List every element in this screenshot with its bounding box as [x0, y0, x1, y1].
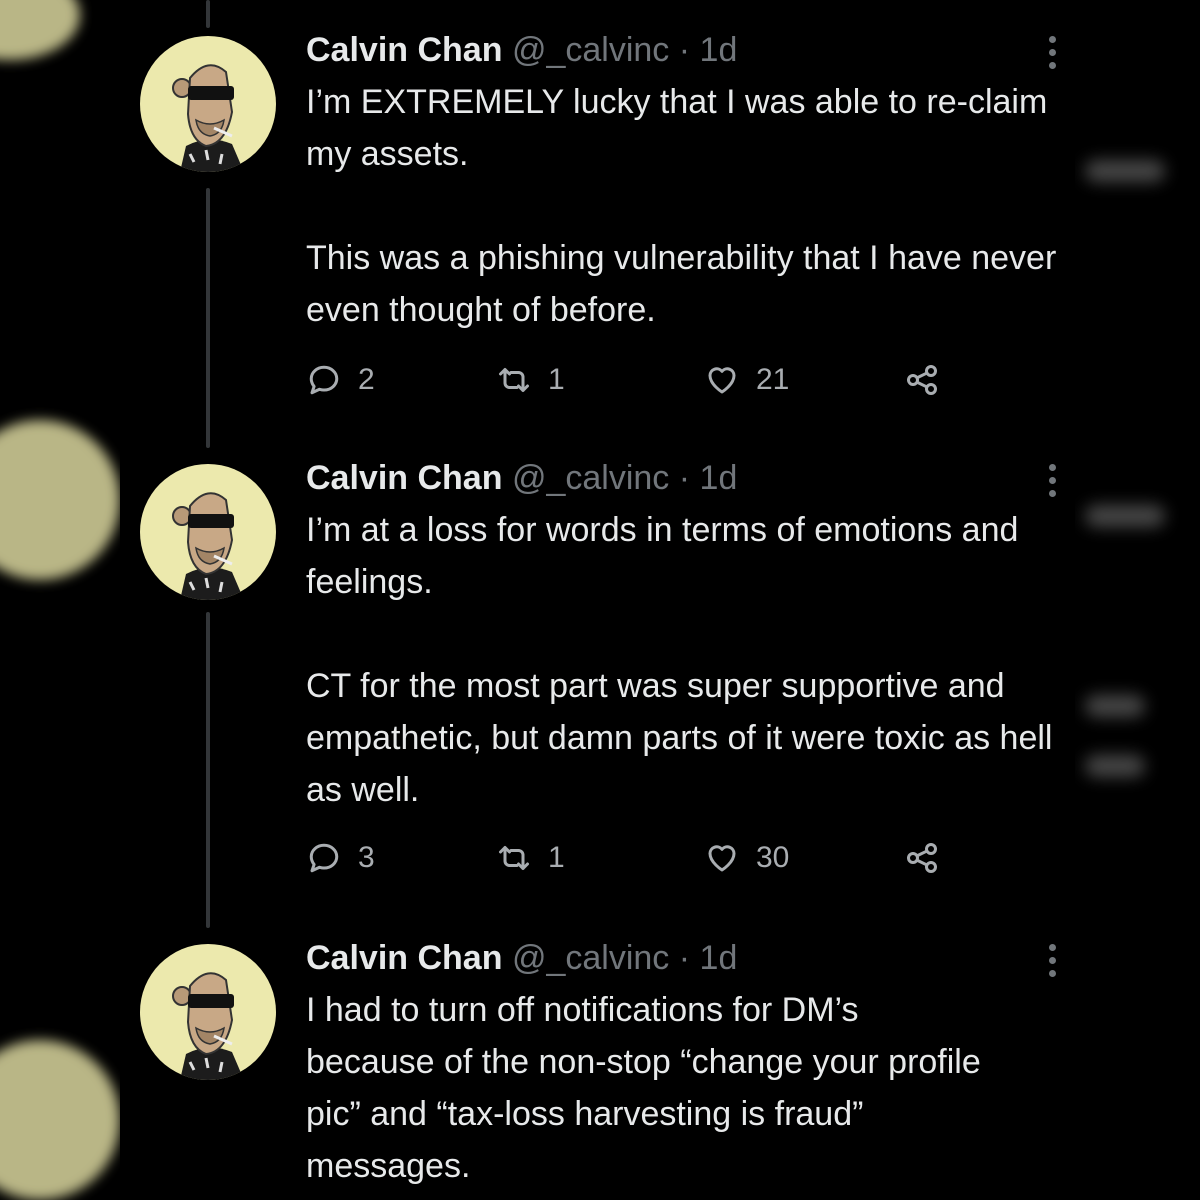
timestamp[interactable]: 1d — [700, 459, 738, 497]
blurred-text-right — [1085, 755, 1145, 777]
bored-ape-avatar[interactable] — [140, 944, 276, 1080]
share-icon — [907, 365, 937, 395]
bored-ape-avatar-image — [172, 972, 244, 1080]
thread-connector — [206, 0, 210, 28]
tweet-paragraph: I’m EXTREMELY lucky that I was able to r… — [306, 83, 1048, 173]
blurred-text-right — [1085, 695, 1145, 717]
like-count: 30 — [756, 841, 790, 874]
tweet-paragraph: This was a phishing vulnerability that I… — [306, 239, 1057, 329]
more-options-icon[interactable] — [1049, 944, 1057, 978]
blurred-avatar-left — [0, 0, 80, 60]
blurred-text-right — [1085, 505, 1165, 527]
bored-ape-avatar-image — [172, 492, 244, 600]
like-button[interactable]: 30 — [704, 838, 789, 878]
tweet-paragraph: CT for the most part was super supportiv… — [306, 667, 1053, 809]
reply-count: 3 — [358, 841, 375, 874]
reply-icon — [309, 365, 339, 395]
retweet-count: 1 — [548, 841, 565, 874]
retweet-button[interactable]: 1 — [496, 360, 565, 400]
tweet-header: Calvin Chan @_calvinc · 1d — [306, 30, 737, 70]
tweet-thread: Calvin Chan @_calvinc · 1d I’m EXTREMELY… — [120, 0, 1075, 1200]
retweet-button[interactable]: 1 — [496, 838, 565, 878]
bored-ape-avatar[interactable] — [140, 36, 276, 172]
author-name[interactable]: Calvin Chan — [306, 459, 502, 497]
more-options-icon[interactable] — [1049, 36, 1057, 70]
timestamp[interactable]: 1d — [700, 31, 738, 69]
share-button[interactable] — [904, 360, 940, 400]
author-handle[interactable]: @_calvinc — [512, 31, 669, 69]
blurred-avatar-left — [0, 1040, 120, 1200]
heart-icon — [708, 367, 736, 394]
retweet-icon — [499, 846, 529, 870]
timestamp[interactable]: 1d — [700, 939, 738, 977]
tweet-text: I had to turn off notifications for DM’s… — [306, 984, 996, 1192]
retweet-icon — [499, 368, 529, 392]
tweet-paragraph: I’m at a loss for words in terms of emot… — [306, 511, 1019, 601]
reply-button[interactable]: 2 — [306, 360, 375, 400]
like-button[interactable]: 21 — [704, 360, 789, 400]
like-count: 21 — [756, 363, 790, 396]
tweet-text: I’m at a loss for words in terms of emot… — [306, 504, 1066, 816]
separator: · — [678, 939, 691, 977]
thread-connector — [206, 188, 210, 448]
reply-count: 2 — [358, 363, 375, 396]
tweet-text: I’m EXTREMELY lucky that I was able to r… — [306, 76, 1066, 336]
tweet-header: Calvin Chan @_calvinc · 1d — [306, 458, 737, 498]
thread-connector — [206, 612, 210, 928]
share-button[interactable] — [904, 838, 940, 878]
author-handle[interactable]: @_calvinc — [512, 459, 669, 497]
bored-ape-avatar-image — [172, 64, 244, 172]
blurred-text-right — [1085, 160, 1165, 182]
author-name[interactable]: Calvin Chan — [306, 31, 502, 69]
tweet-paragraph: I had to turn off notifications for DM’s… — [306, 991, 981, 1185]
tweet-actions: 3 1 30 — [306, 838, 1006, 878]
tweet-header: Calvin Chan @_calvinc · 1d — [306, 938, 737, 978]
author-handle[interactable]: @_calvinc — [512, 939, 669, 977]
retweet-count: 1 — [548, 363, 565, 396]
bored-ape-avatar[interactable] — [140, 464, 276, 600]
separator: · — [678, 31, 691, 69]
tweet-actions: 2 1 21 — [306, 360, 1006, 400]
author-name[interactable]: Calvin Chan — [306, 939, 502, 977]
more-options-icon[interactable] — [1049, 464, 1057, 498]
reply-button[interactable]: 3 — [306, 838, 375, 878]
blurred-avatar-left — [0, 420, 120, 580]
reply-icon — [309, 843, 339, 873]
separator: · — [678, 459, 691, 497]
share-icon — [907, 843, 937, 873]
heart-icon — [708, 845, 736, 872]
